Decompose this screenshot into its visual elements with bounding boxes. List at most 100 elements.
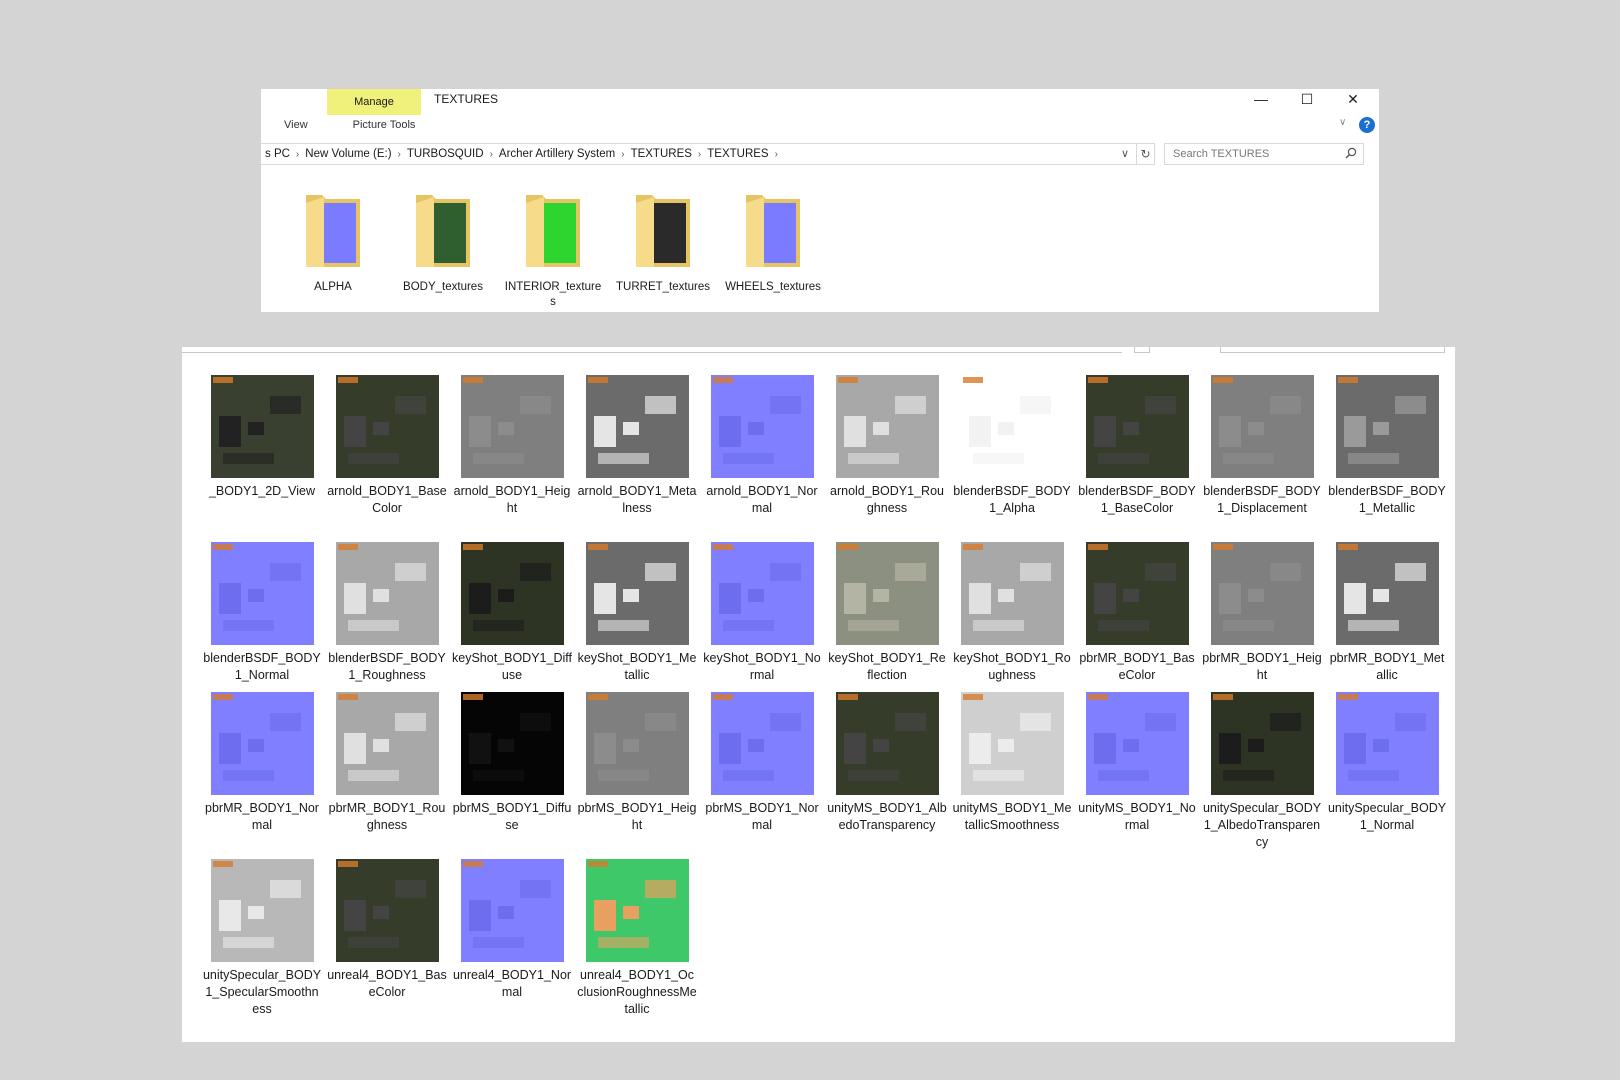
- breadcrumb-item[interactable]: Archer Artillery System: [495, 144, 619, 164]
- chevron-right-icon[interactable]: ›: [294, 145, 301, 164]
- file-item[interactable]: arnold_BODY1_BaseColor: [327, 375, 447, 517]
- file-label: blenderBSDF_BODY1_BaseColor: [1078, 484, 1196, 515]
- folder-label: TURRET_textures: [616, 281, 710, 293]
- chevron-down-icon[interactable]: ∨: [1339, 117, 1346, 128]
- file-item[interactable]: arnold_BODY1_Height: [452, 375, 572, 517]
- file-label: keyShot_BODY1_Normal: [703, 651, 821, 682]
- file-item[interactable]: blenderBSDF_BODY1_Roughness: [327, 542, 447, 684]
- file-label: pbrMR_BODY1_Metallic: [1329, 651, 1445, 682]
- file-item[interactable]: pbrMS_BODY1_Normal: [702, 692, 822, 834]
- search-icon: [1345, 147, 1357, 159]
- file-item[interactable]: pbrMR_BODY1_Roughness: [327, 692, 447, 834]
- texture-thumbnail: [210, 542, 314, 645]
- chevron-right-icon[interactable]: ›: [619, 145, 626, 164]
- file-item[interactable]: pbrMR_BODY1_Normal: [202, 692, 322, 834]
- file-label: blenderBSDF_BODY1_Displacement: [1203, 484, 1321, 515]
- close-button[interactable]: ✕: [1330, 89, 1376, 111]
- file-item[interactable]: blenderBSDF_BODY1_Normal: [202, 542, 322, 684]
- texture-thumbnail: [460, 542, 564, 645]
- search-input[interactable]: Search TEXTURES: [1164, 143, 1364, 165]
- file-item[interactable]: pbrMS_BODY1_Diffuse: [452, 692, 572, 834]
- breadcrumb-item[interactable]: New Volume (E:): [301, 144, 395, 164]
- tab-view[interactable]: View: [284, 119, 308, 131]
- chevron-down-icon[interactable]: ∨: [1121, 143, 1129, 165]
- minimize-button[interactable]: —: [1238, 89, 1284, 111]
- file-item[interactable]: keyShot_BODY1_Roughness: [952, 542, 1072, 684]
- file-label: blenderBSDF_BODY1_Alpha: [953, 484, 1071, 515]
- chevron-right-icon[interactable]: ›: [488, 145, 495, 164]
- file-label: pbrMR_BODY1_Normal: [205, 801, 319, 832]
- file-item[interactable]: pbrMR_BODY1_Metallic: [1327, 542, 1447, 684]
- tab-picture-tools[interactable]: Picture Tools: [337, 115, 431, 135]
- texture-thumbnail: [335, 542, 439, 645]
- texture-thumbnail: [1085, 375, 1189, 478]
- folder-item[interactable]: ALPHA: [283, 189, 383, 295]
- breadcrumb-item[interactable]: TEXTURES: [627, 144, 696, 164]
- file-item[interactable]: blenderBSDF_BODY1_BaseColor: [1077, 375, 1197, 517]
- texture-thumbnail: [1210, 375, 1314, 478]
- file-label: unreal4_BODY1_Normal: [452, 968, 572, 999]
- texture-thumbnail: [210, 692, 314, 795]
- file-item[interactable]: unityMS_BODY1_AlbedoTransparency: [827, 692, 947, 834]
- search-placeholder: Search TEXTURES: [1173, 148, 1270, 160]
- file-item[interactable]: unreal4_BODY1_BaseColor: [327, 859, 447, 1001]
- texture-thumbnail: [710, 692, 814, 795]
- file-label: arnold_BODY1_Roughness: [830, 484, 944, 515]
- folder-label: WHEELS_textures: [725, 281, 821, 293]
- address-bar[interactable]: s PC › New Volume (E:) › TURBOSQUID › Archer A…: [261, 143, 1137, 165]
- file-item[interactable]: unreal4_BODY1_OcclusionRoughnessMetallic: [577, 859, 697, 1018]
- chevron-right-icon[interactable]: ›: [773, 145, 780, 164]
- file-item[interactable]: unitySpecular_BODY1_AlbedoTransparency: [1202, 692, 1322, 851]
- breadcrumb-item[interactable]: s PC: [261, 144, 294, 164]
- file-label: unityMS_BODY1_Normal: [1078, 801, 1196, 832]
- file-item[interactable]: blenderBSDF_BODY1_Alpha: [952, 375, 1072, 517]
- file-item[interactable]: arnold_BODY1_Metalness: [577, 375, 697, 517]
- chevron-right-icon[interactable]: ›: [396, 145, 403, 164]
- folder-item[interactable]: TURRET_textures: [613, 189, 713, 295]
- folder-icon: [746, 195, 800, 267]
- refresh-button[interactable]: ↻: [1137, 143, 1155, 165]
- texture-thumbnail: [335, 375, 439, 478]
- file-item[interactable]: _BODY1_2D_View: [202, 375, 322, 500]
- file-label: blenderBSDF_BODY1_Roughness: [328, 651, 446, 682]
- texture-thumbnail: [960, 375, 1064, 478]
- texture-thumbnail: [585, 542, 689, 645]
- file-item[interactable]: unreal4_BODY1_Normal: [452, 859, 572, 1001]
- help-button[interactable]: ?: [1359, 117, 1375, 133]
- file-item[interactable]: blenderBSDF_BODY1_Displacement: [1202, 375, 1322, 517]
- maximize-button[interactable]: ☐: [1284, 89, 1330, 111]
- file-item[interactable]: unityMS_BODY1_MetallicSmoothness: [952, 692, 1072, 834]
- file-item[interactable]: unitySpecular_BODY1_SpecularSmoothness: [202, 859, 322, 1018]
- file-item[interactable]: keyShot_BODY1_Diffuse: [452, 542, 572, 684]
- texture-thumbnail: [835, 692, 939, 795]
- breadcrumb-item[interactable]: TURBOSQUID: [403, 144, 488, 164]
- file-item[interactable]: unitySpecular_BODY1_Normal: [1327, 692, 1447, 834]
- file-item[interactable]: pbrMR_BODY1_BaseColor: [1077, 542, 1197, 684]
- file-label: pbrMS_BODY1_Diffuse: [452, 801, 572, 832]
- folder-item[interactable]: WHEELS_textures: [723, 189, 823, 295]
- texture-thumbnail: [1085, 692, 1189, 795]
- file-label: blenderBSDF_BODY1_Metallic: [1328, 484, 1446, 515]
- file-label: keyShot_BODY1_Metallic: [577, 651, 697, 682]
- file-item[interactable]: pbrMR_BODY1_Height: [1202, 542, 1322, 684]
- ribbon: Manage TEXTURES View Picture Tools — ☐ ✕…: [261, 89, 1379, 139]
- folder-label: INTERIOR_textures: [504, 281, 602, 308]
- folder-item[interactable]: INTERIOR_textures: [503, 189, 603, 310]
- folder-item[interactable]: BODY_textures: [393, 189, 493, 295]
- file-label: pbrMS_BODY1_Normal: [705, 801, 819, 832]
- file-label: pbrMR_BODY1_BaseColor: [1079, 651, 1195, 682]
- file-item[interactable]: keyShot_BODY1_Metallic: [577, 542, 697, 684]
- file-item[interactable]: keyShot_BODY1_Normal: [702, 542, 822, 684]
- file-item[interactable]: keyShot_BODY1_Reflection: [827, 542, 947, 684]
- clipped-toolbar: [182, 347, 1455, 355]
- tab-manage[interactable]: Manage: [327, 89, 421, 115]
- chevron-right-icon[interactable]: ›: [696, 145, 703, 164]
- folder-label: ALPHA: [314, 281, 352, 293]
- file-item[interactable]: blenderBSDF_BODY1_Metallic: [1327, 375, 1447, 517]
- breadcrumb-item[interactable]: TEXTURES: [703, 144, 772, 164]
- file-item[interactable]: arnold_BODY1_Roughness: [827, 375, 947, 517]
- file-item[interactable]: arnold_BODY1_Normal: [702, 375, 822, 517]
- texture-thumbnail: [335, 692, 439, 795]
- file-item[interactable]: pbrMS_BODY1_Height: [577, 692, 697, 834]
- file-item[interactable]: unityMS_BODY1_Normal: [1077, 692, 1197, 834]
